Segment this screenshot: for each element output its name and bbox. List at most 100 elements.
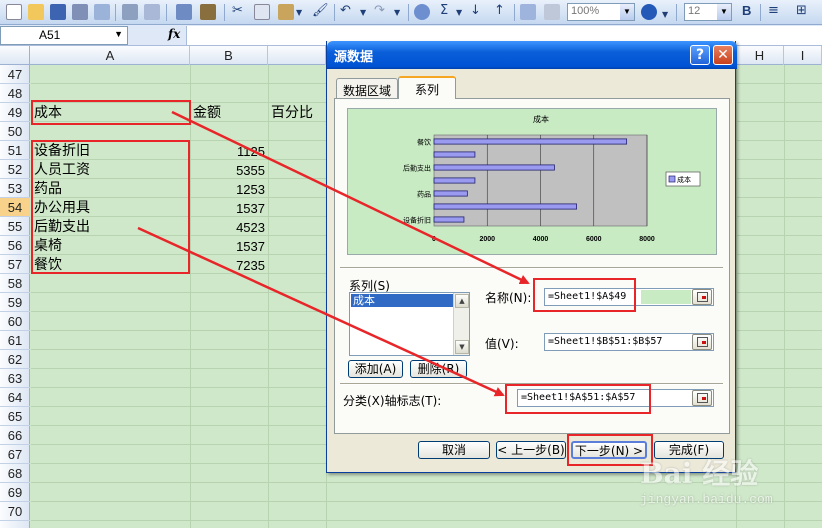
series-list-scrollbar[interactable]: ▲ ▼ [453, 293, 469, 355]
row-header-51[interactable]: 51 [0, 141, 30, 160]
cell-b54[interactable]: 1537 [193, 199, 265, 218]
scroll-up-icon[interactable]: ▲ [455, 294, 469, 308]
back-button[interactable]: < 上一步(B) [496, 441, 566, 459]
legend-swatch [668, 175, 676, 183]
dialog-title-bar[interactable]: 源数据 ? ✕ [327, 41, 737, 69]
delete-series-button[interactable]: 删除(R) [410, 360, 467, 378]
row-header-62[interactable]: 62 [0, 350, 30, 369]
row-header-53[interactable]: 53 [0, 179, 30, 198]
row-header-58[interactable]: 58 [0, 274, 30, 293]
add-series-button[interactable]: 添加(A) [348, 360, 403, 378]
bold-button[interactable]: B [742, 3, 751, 18]
row-header-68[interactable]: 68 [0, 464, 30, 483]
row-header-48[interactable]: 48 [0, 84, 30, 103]
insert-function-icon[interactable]: fx [168, 27, 180, 41]
row-header-65[interactable]: 65 [0, 407, 30, 426]
row-header-47[interactable]: 47 [0, 65, 30, 84]
save-icon[interactable] [50, 4, 66, 20]
cell-b51[interactable]: 1125 [193, 142, 265, 161]
row-header-59[interactable]: 59 [0, 293, 30, 312]
row-header-69[interactable]: 69 [0, 483, 30, 502]
cell-b52[interactable]: 5355 [193, 161, 265, 180]
row-header-63[interactable]: 63 [0, 369, 30, 388]
drawing-icon[interactable] [544, 4, 560, 20]
help-button[interactable]: ? [690, 45, 710, 65]
row-header-50[interactable]: 50 [0, 122, 30, 141]
help-circle-icon[interactable] [641, 4, 657, 20]
value-ref-input[interactable]: =Sheet1!$B$51:$B$57 [544, 333, 714, 351]
sort-ascending-icon[interactable]: ↓ [470, 3, 481, 18]
autosum-dropdown-icon[interactable]: ▼ [456, 8, 462, 17]
sort-descending-icon[interactable]: ↑ [494, 3, 505, 18]
new-document-icon[interactable] [6, 4, 22, 20]
format-painter-icon[interactable]: 🖌 [312, 3, 329, 18]
select-all-corner[interactable] [0, 46, 30, 65]
redo-dropdown-icon[interactable]: ▼ [394, 8, 400, 17]
row-header-56[interactable]: 56 [0, 236, 30, 255]
series-list[interactable]: 成本 ▲ ▼ [349, 292, 470, 356]
cut-icon[interactable]: ✂ [232, 3, 243, 18]
autosum-icon[interactable]: Σ [440, 3, 448, 18]
baidu-watermark: Bai 经验 jingyan.baidu.com [640, 438, 820, 528]
column-header-b[interactable]: B [190, 46, 268, 65]
tab-series[interactable]: 系列 [398, 76, 456, 99]
name-box[interactable]: A51 ▼ [0, 26, 128, 45]
row-header-66[interactable]: 66 [0, 426, 30, 445]
chart-wizard-icon[interactable] [520, 4, 536, 20]
chevron-down-icon[interactable]: ▼ [114, 29, 123, 39]
column-header-h[interactable]: H [736, 46, 784, 65]
copy-icon[interactable] [254, 4, 270, 20]
x-tick-label: 0 [432, 236, 436, 243]
align-center-icon[interactable]: ≡ [768, 3, 779, 18]
font-size-combo[interactable]: 12 ▼ [684, 3, 732, 21]
value-collapse-button[interactable] [692, 334, 712, 350]
tab-data-range[interactable]: 数据区域 [336, 78, 399, 99]
zoom-combo[interactable]: 100% ▼ [567, 3, 635, 21]
undo-dropdown-icon[interactable]: ▼ [360, 8, 366, 17]
toolbar-options-icon[interactable]: ▼ [662, 10, 668, 19]
cell-b57[interactable]: 7235 [193, 256, 265, 275]
hyperlink-icon[interactable] [414, 4, 430, 20]
spelling-icon[interactable] [176, 4, 192, 20]
row-header-70[interactable]: 70 [0, 502, 30, 521]
cell-b55[interactable]: 4523 [193, 218, 265, 237]
redo-icon[interactable]: ↷ [374, 3, 385, 18]
column-header-a[interactable]: A [31, 46, 190, 65]
print-icon[interactable] [122, 4, 138, 20]
series-list-item[interactable]: 成本 [351, 294, 453, 307]
row-header-64[interactable]: 64 [0, 388, 30, 407]
chevron-down-icon[interactable]: ▼ [620, 4, 634, 20]
mail-icon[interactable] [94, 4, 110, 20]
row-header-52[interactable]: 52 [0, 160, 30, 179]
row-header-57[interactable]: 57 [0, 255, 30, 274]
merge-center-icon[interactable]: ⊞ [796, 3, 807, 18]
close-button[interactable]: ✕ [713, 45, 733, 65]
cancel-button[interactable]: 取消 [418, 441, 490, 459]
collapse-dialog-icon [697, 337, 708, 347]
undo-icon[interactable]: ↶ [340, 3, 351, 18]
category-label: 分类(X)轴标志(T): [343, 394, 442, 408]
cell-b56[interactable]: 1537 [193, 237, 265, 256]
paste-icon[interactable] [278, 4, 294, 20]
permission-icon[interactable] [72, 4, 88, 20]
scroll-down-icon[interactable]: ▼ [455, 340, 469, 354]
chevron-down-icon[interactable]: ▼ [717, 4, 731, 20]
row-header-54[interactable]: 54 [0, 198, 30, 217]
column-header-i[interactable]: I [784, 46, 822, 65]
name-collapse-button[interactable] [692, 289, 712, 305]
row-header-67[interactable]: 67 [0, 445, 30, 464]
row-header-49[interactable]: 49 [0, 103, 30, 122]
row-header-55[interactable]: 55 [0, 217, 30, 236]
cell-b53[interactable]: 1253 [193, 180, 265, 199]
row-header-60[interactable]: 60 [0, 312, 30, 331]
category-collapse-button[interactable] [692, 390, 712, 406]
print-preview-icon[interactable] [144, 4, 160, 20]
column-header-c[interactable] [268, 46, 326, 65]
research-icon[interactable] [200, 4, 216, 20]
open-folder-icon[interactable] [28, 4, 44, 20]
ref-fill [641, 290, 691, 304]
paste-dropdown-icon[interactable]: ▼ [296, 8, 302, 17]
row-header-61[interactable]: 61 [0, 331, 30, 350]
chart-svg: 0 2000 4000 6000 8000设备折旧药品后勤支出餐饮成本成本 [403, 114, 701, 243]
collapse-dialog-icon [697, 292, 708, 302]
